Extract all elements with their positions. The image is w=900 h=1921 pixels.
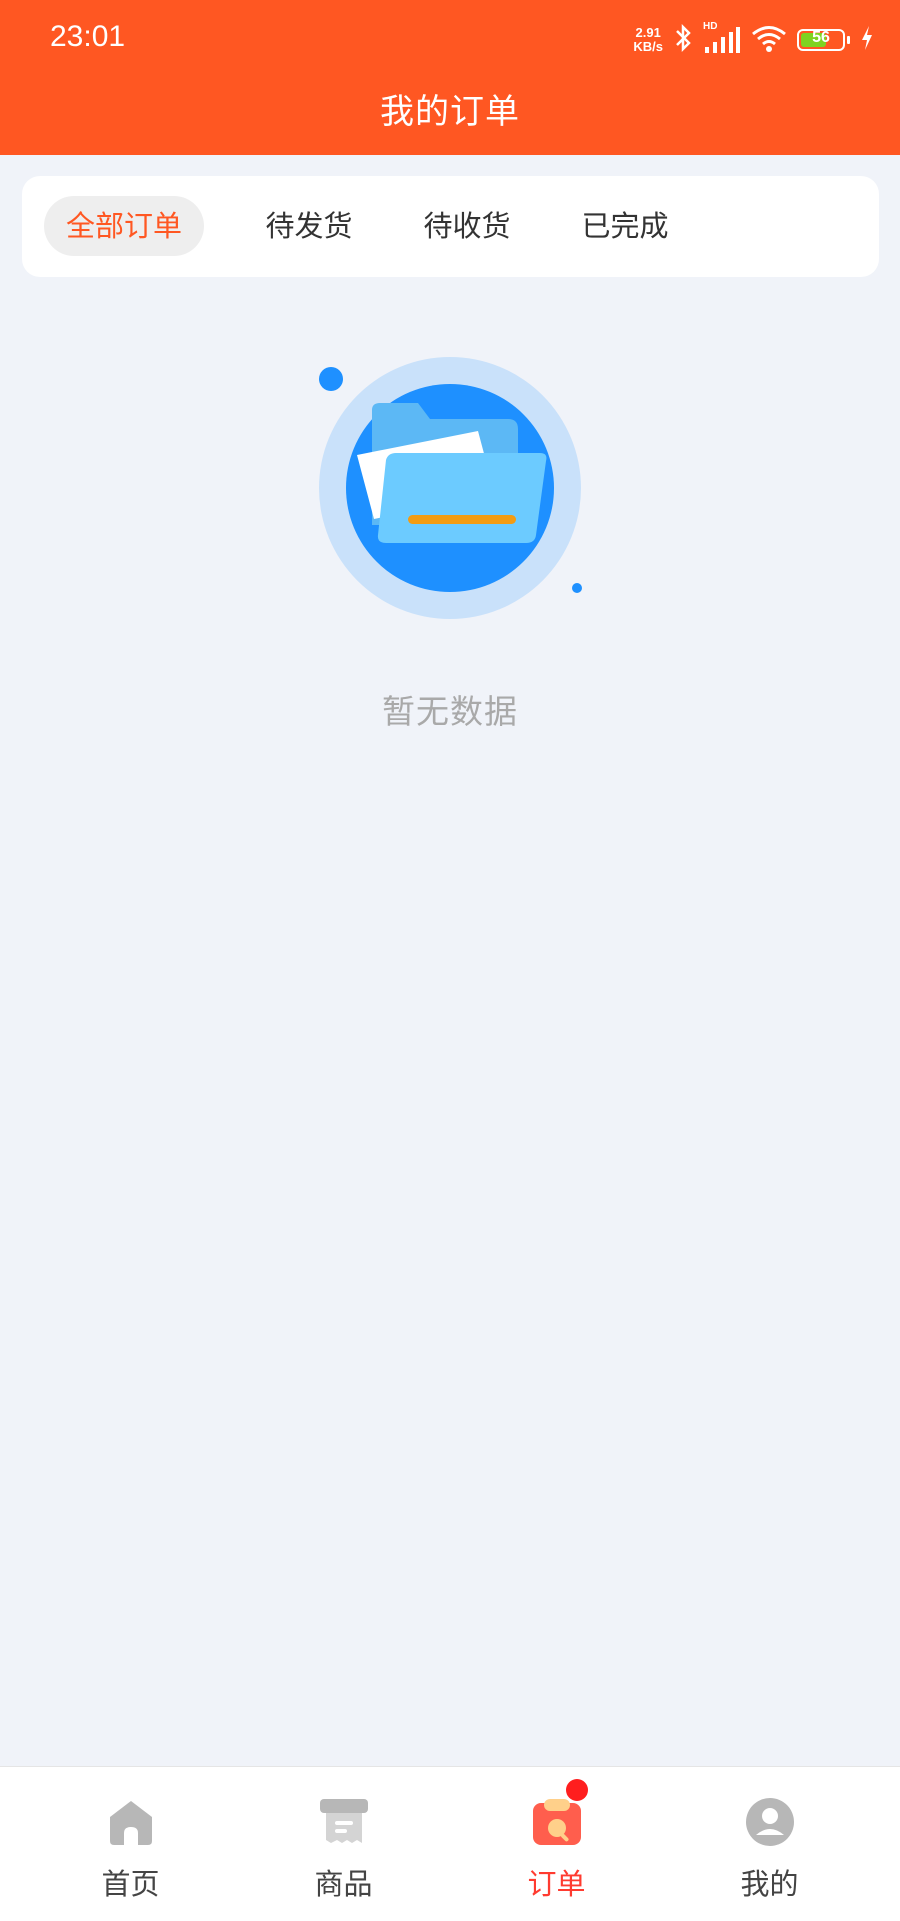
wifi-icon [751, 23, 787, 57]
empty-folder-illustration [300, 355, 600, 635]
bluetooth-icon [673, 23, 693, 57]
nav-label-profile: 我的 [740, 1867, 799, 1901]
nav-label-home: 首页 [101, 1867, 160, 1901]
profile-icon [743, 1795, 797, 1849]
nav-item-goods[interactable]: 商品 [231, 1767, 456, 1921]
nav-label-orders: 订单 [527, 1867, 586, 1901]
tab-completed[interactable]: 已完成 [570, 196, 680, 256]
battery-icon: 56 [797, 29, 850, 51]
signal-icon: HD [703, 21, 741, 55]
order-tabs: 全部订单 待发货 待收货 已完成 [22, 176, 879, 277]
status-time: 23:01 [50, 20, 126, 53]
nav-label-goods: 商品 [314, 1867, 373, 1901]
nav-item-orders[interactable]: 订单 [444, 1767, 669, 1921]
page-title: 我的订单 [380, 92, 520, 132]
tab-all-orders[interactable]: 全部订单 [44, 196, 205, 256]
goods-icon [317, 1795, 371, 1849]
nav-item-profile[interactable]: 我的 [657, 1767, 882, 1921]
header: 23:01 2.91 KB/s HD 56 我的订单 [0, 0, 900, 155]
tab-pending-shipment[interactable]: 待发货 [254, 196, 364, 256]
order-icon [530, 1795, 584, 1849]
home-icon [104, 1795, 158, 1849]
charging-icon [860, 25, 874, 55]
net-speed: 2.91 KB/s [633, 25, 663, 54]
nav-item-home[interactable]: 首页 [18, 1767, 243, 1921]
status-bar: 23:01 2.91 KB/s HD 56 [0, 0, 900, 80]
status-icons: 2.91 KB/s HD 56 [633, 20, 874, 60]
bottom-nav: 首页 商品 订单 我的 [0, 1766, 900, 1921]
notification-badge [566, 1779, 588, 1801]
empty-state-text: 暂无数据 [382, 692, 518, 731]
tab-pending-receipt[interactable]: 待收货 [412, 196, 522, 256]
